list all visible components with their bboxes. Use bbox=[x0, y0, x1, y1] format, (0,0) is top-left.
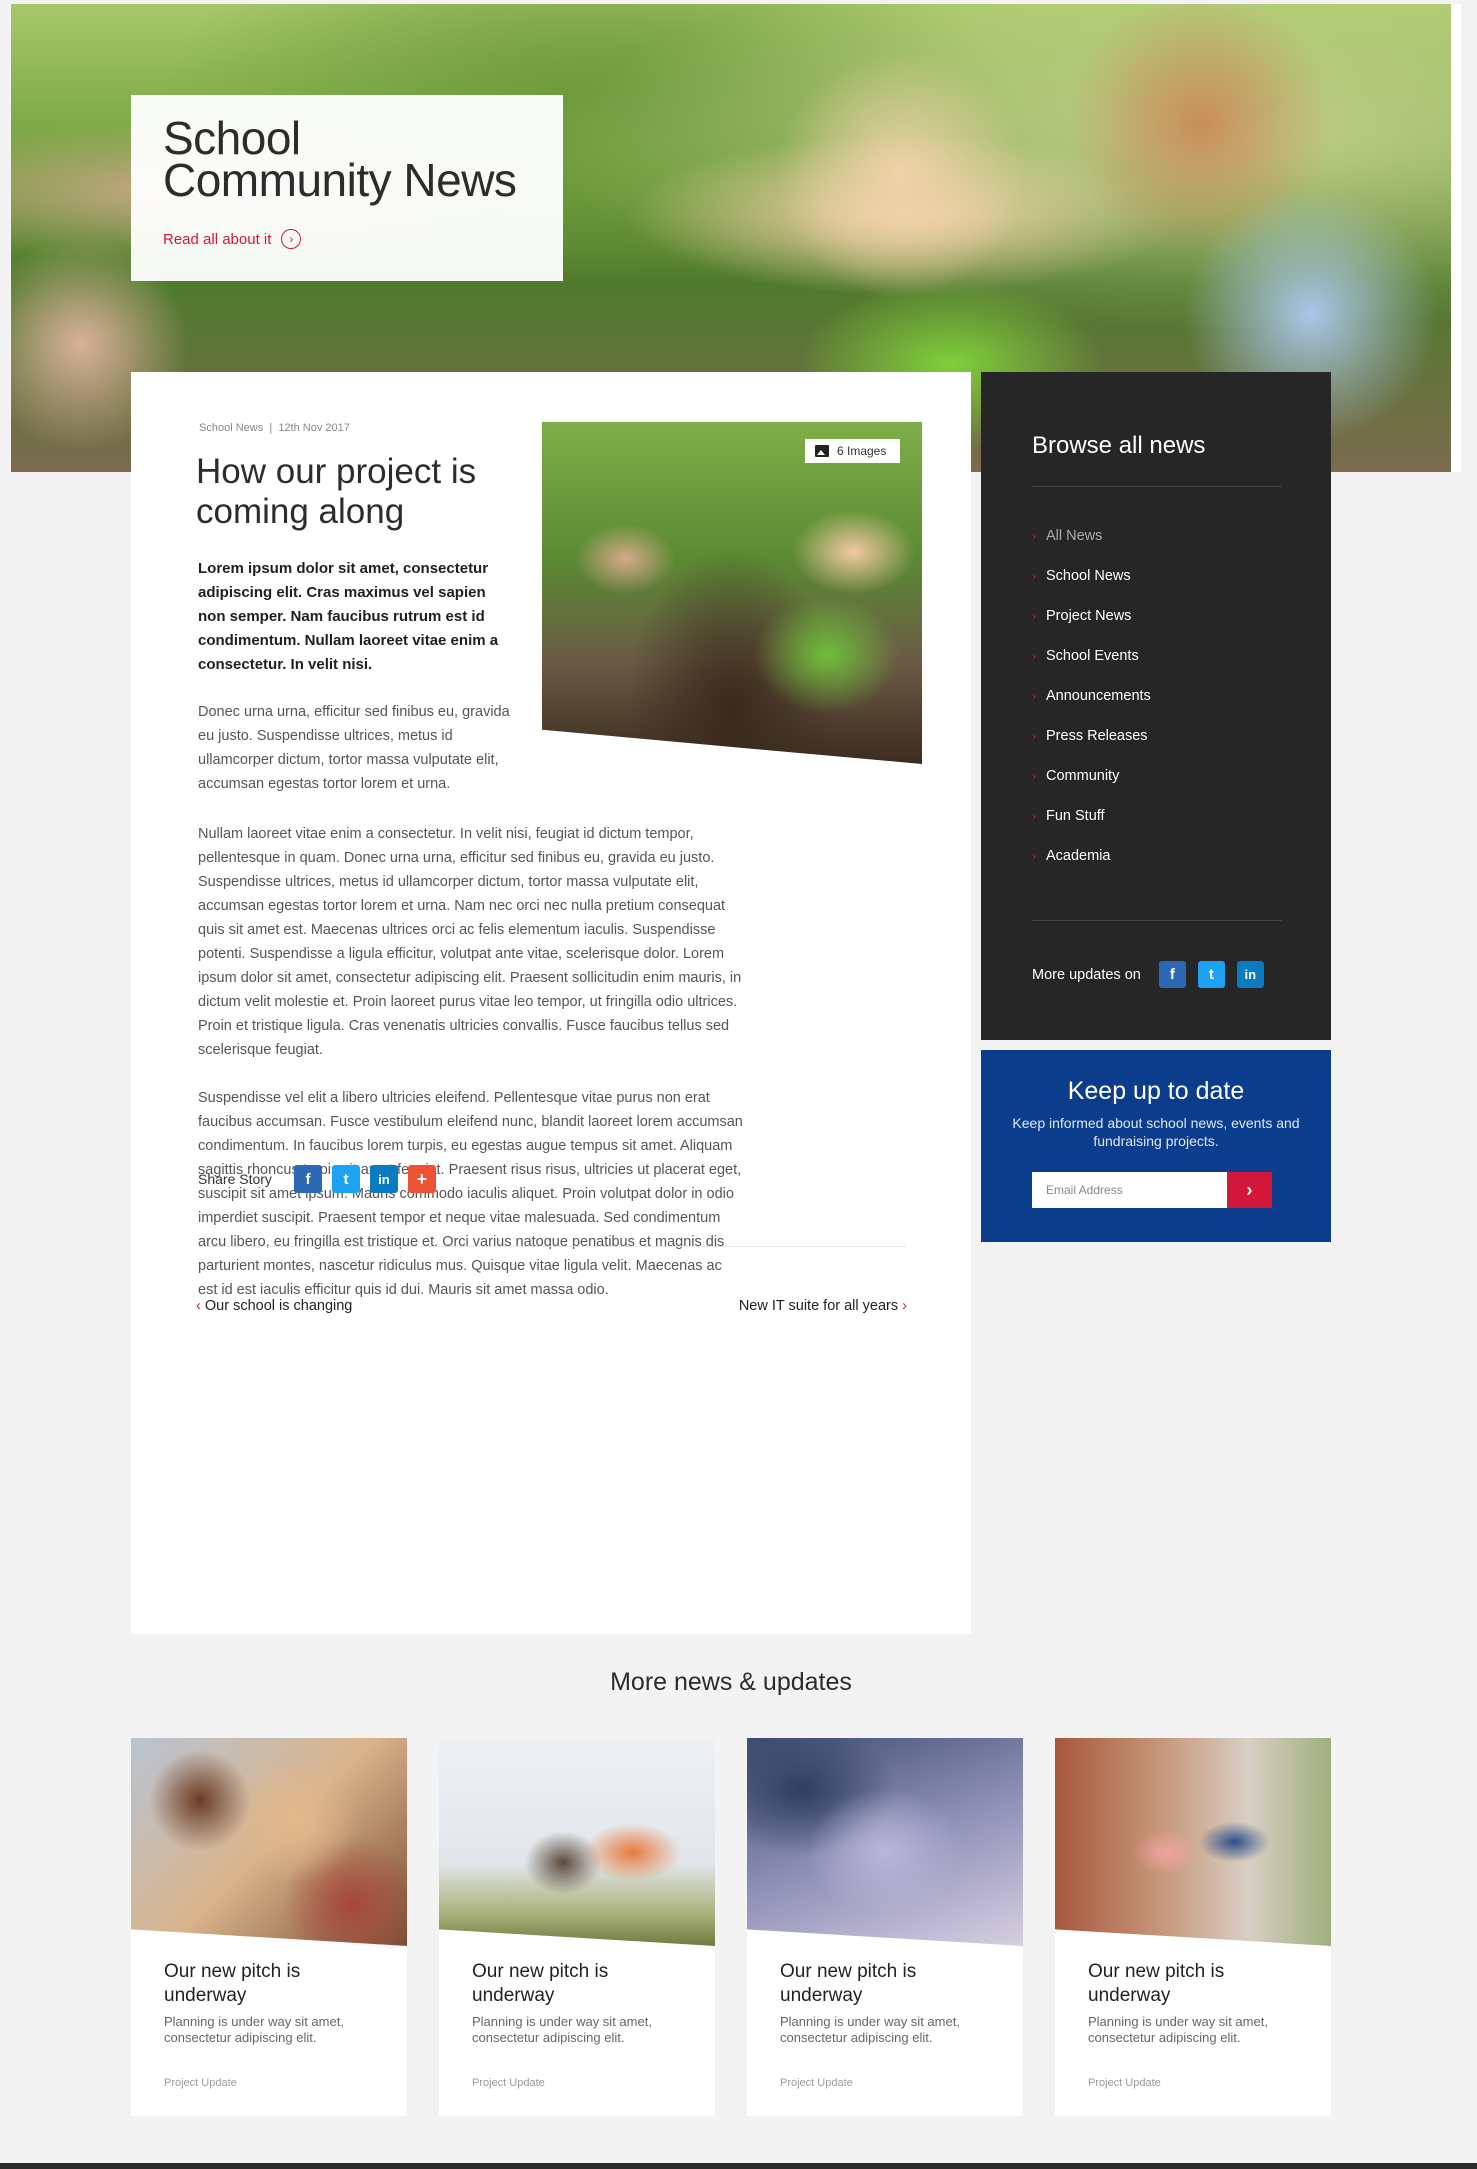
article-photo[interactable] bbox=[542, 422, 922, 764]
next-article-label: New IT suite for all years bbox=[738, 1298, 899, 1314]
news-card-title: Our new pitch is underway bbox=[164, 1961, 301, 2006]
chevron-right-icon: › bbox=[1246, 1179, 1253, 1200]
sidebar-item-label: School Events bbox=[1046, 648, 1139, 664]
twitter-icon[interactable]: t bbox=[1197, 961, 1225, 988]
article-category: School News bbox=[199, 422, 264, 434]
sidebar-item-press-releases[interactable]: › Press Releases bbox=[1032, 716, 1151, 756]
facebook-icon[interactable]: f bbox=[293, 1165, 322, 1193]
more-updates-label: More updates on bbox=[1032, 966, 1141, 983]
sidebar-item-label: Fun Stuff bbox=[1046, 808, 1105, 824]
chevron-right-icon: › bbox=[1032, 569, 1036, 583]
newsletter-panel: Keep up to date Keep informed about scho… bbox=[981, 1050, 1331, 1242]
news-card-text: Planning is under way sit amet, consecte… bbox=[472, 2014, 652, 2045]
article-meta: School News | 12th Nov 2017 bbox=[199, 422, 350, 434]
linkedin-icon[interactable]: in bbox=[1236, 961, 1264, 988]
image-count-label: 6 Images bbox=[837, 444, 887, 458]
sidebar-item-announcements[interactable]: › Announcements bbox=[1032, 676, 1151, 716]
article: School News | 12th Nov 2017 How our proj… bbox=[131, 372, 971, 1634]
chevron-left-icon: ‹ bbox=[196, 1298, 201, 1314]
sidebar-item-all-news[interactable]: › All News bbox=[1032, 516, 1151, 556]
news-card-image bbox=[1055, 1738, 1331, 1946]
news-card[interactable]: Our new pitch is underway Planning is un… bbox=[439, 1738, 715, 2116]
article-paragraph: Nullam laoreet vitae enim a consectetur.… bbox=[198, 826, 742, 1058]
footer-bar bbox=[0, 2163, 1477, 2169]
sidebar-item-label: Press Releases bbox=[1046, 728, 1148, 744]
more-news-title: More news & updates bbox=[610, 1668, 852, 1696]
twitter-icon[interactable]: t bbox=[331, 1165, 360, 1193]
share-label: Share Story bbox=[198, 1171, 272, 1187]
browse-news-panel: Browse all news › All News › School News ›… bbox=[981, 372, 1331, 1040]
plus-share-icon[interactable]: + bbox=[407, 1165, 436, 1193]
more-updates: More updates on f t in bbox=[1032, 961, 1264, 988]
sidebar-item-academia[interactable]: › Academia bbox=[1032, 836, 1151, 876]
sidebar-item-school-news[interactable]: › School News bbox=[1032, 556, 1151, 596]
sidebar-item-community[interactable]: › Community bbox=[1032, 756, 1151, 796]
sidebar-item-label: School News bbox=[1046, 568, 1131, 584]
chevron-right-icon: › bbox=[1032, 729, 1036, 743]
divider bbox=[1032, 486, 1282, 487]
news-card-title: Our new pitch is underway bbox=[472, 1961, 609, 2006]
previous-article-link[interactable]: ‹ Our school is changing bbox=[196, 1298, 352, 1314]
news-card[interactable]: Our new pitch is underway Planning is un… bbox=[131, 1738, 407, 2116]
facebook-icon[interactable]: f bbox=[1158, 961, 1186, 988]
previous-article-label: Our school is changing bbox=[204, 1298, 353, 1314]
news-card-title: Our new pitch is underway bbox=[780, 1961, 917, 2006]
sidebar-item-school-events[interactable]: › School Events bbox=[1032, 636, 1151, 676]
chevron-right-icon: › bbox=[1032, 849, 1036, 863]
article-paragraph: Suspendisse vel elit a libero ultricies … bbox=[198, 1090, 743, 1298]
sidebar-item-label: Community bbox=[1046, 768, 1120, 784]
subscribe-button[interactable]: › bbox=[1227, 1172, 1272, 1208]
chevron-right-icon: › bbox=[1032, 529, 1036, 543]
chevron-right-circle-icon: › bbox=[281, 229, 302, 249]
news-card-text: Planning is under way sit amet, consecte… bbox=[1088, 2014, 1268, 2045]
meta-separator-icon: | bbox=[266, 422, 276, 434]
share-story: Share Story f t in + bbox=[198, 1165, 436, 1193]
newsletter-text: Keep informed about school news, events … bbox=[1012, 1115, 1300, 1149]
news-card-tag: Project Update bbox=[164, 2077, 237, 2089]
image-count-badge[interactable]: 6 Images bbox=[805, 439, 901, 463]
article-title: How our project is coming along bbox=[196, 452, 477, 531]
divider bbox=[1032, 920, 1282, 921]
sidebar-item-label: Announcements bbox=[1046, 688, 1151, 704]
article-lead: Lorem ipsum dolor sit amet, consectetur … bbox=[198, 560, 499, 673]
sidebar-item-project-news[interactable]: › Project News bbox=[1032, 596, 1151, 636]
sidebar-item-label: Project News bbox=[1046, 608, 1132, 624]
email-field[interactable] bbox=[1032, 1172, 1227, 1208]
news-card-tag: Project Update bbox=[472, 2077, 545, 2089]
sidebar-item-label: Academia bbox=[1046, 848, 1111, 864]
news-card[interactable]: Our new pitch is underway Planning is un… bbox=[747, 1738, 1023, 2116]
article-paragraph: Donec urna urna, efficitur sed finibus e… bbox=[198, 704, 510, 792]
chevron-right-icon: › bbox=[1032, 809, 1036, 823]
chevron-right-icon: › bbox=[902, 1298, 907, 1314]
news-card[interactable]: Our new pitch is underway Planning is un… bbox=[1055, 1738, 1331, 2116]
chevron-right-icon: › bbox=[1032, 689, 1036, 703]
hero-card: School Community News Read all about it … bbox=[131, 95, 563, 281]
news-card-image bbox=[131, 1738, 407, 1946]
news-card-tag: Project Update bbox=[1088, 2077, 1161, 2089]
read-all-link[interactable]: Read all about it › bbox=[163, 229, 531, 249]
newsletter-title: Keep up to date bbox=[1067, 1077, 1245, 1105]
chevron-right-icon: › bbox=[1032, 649, 1036, 663]
browse-title: Browse all news bbox=[1032, 432, 1206, 459]
newsletter-form: › bbox=[1032, 1172, 1272, 1208]
news-card-tag: Project Update bbox=[780, 2077, 853, 2089]
news-card-text: Planning is under way sit amet, consecte… bbox=[780, 2014, 960, 2045]
sidebar-item-fun-stuff[interactable]: › Fun Stuff bbox=[1032, 796, 1151, 836]
hero-edge bbox=[1451, 4, 1461, 472]
article-date: 12th Nov 2017 bbox=[278, 422, 350, 434]
next-article-link[interactable]: New IT suite for all years › bbox=[739, 1298, 907, 1314]
read-all-label: Read all about it bbox=[163, 230, 272, 248]
divider bbox=[198, 1246, 906, 1247]
news-card-title: Our new pitch is underway bbox=[1088, 1961, 1225, 2006]
linkedin-icon[interactable]: in bbox=[369, 1165, 398, 1193]
news-card-text: Planning is under way sit amet, consecte… bbox=[164, 2014, 344, 2045]
hero-title: School Community News bbox=[163, 112, 517, 206]
image-icon bbox=[815, 445, 829, 457]
sidebar-item-label: All News bbox=[1046, 528, 1103, 544]
news-card-image bbox=[439, 1738, 715, 1946]
chevron-right-icon: › bbox=[1032, 769, 1036, 783]
news-card-image bbox=[747, 1738, 1023, 1946]
browse-list: › All News › School News › Project News › Sc… bbox=[1032, 516, 1151, 876]
chevron-right-icon: › bbox=[1032, 609, 1036, 623]
